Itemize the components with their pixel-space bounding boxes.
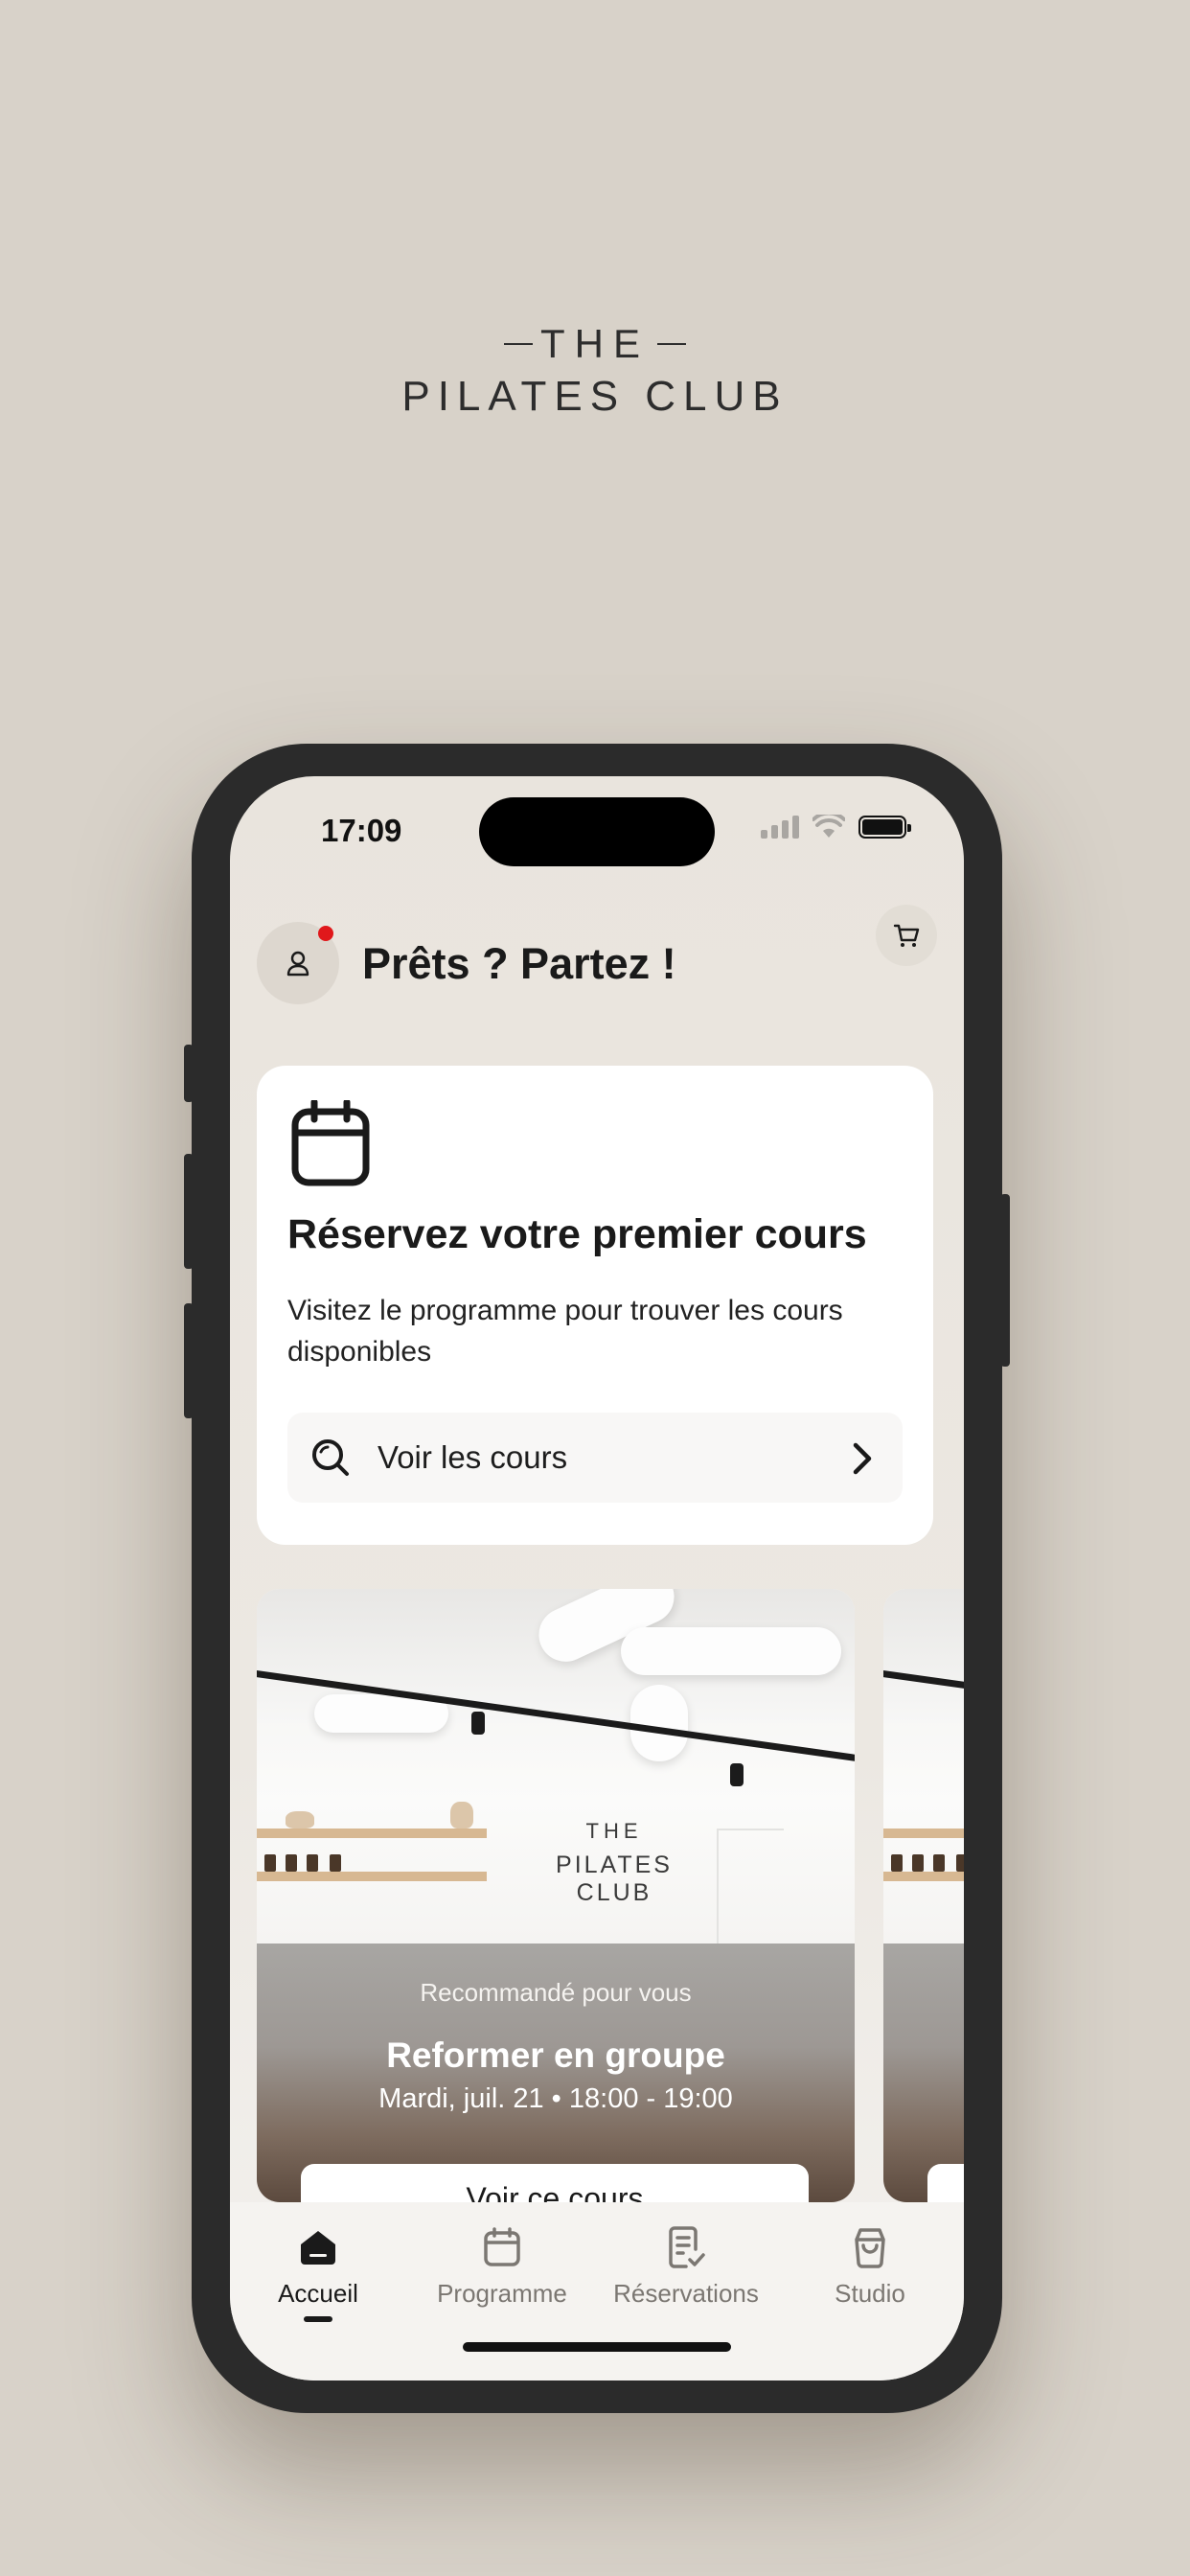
tab-accueil-label: Accueil: [278, 2279, 358, 2308]
brand-line-1: THE: [540, 321, 650, 366]
studio-photo: THE PILATES CLUB: [257, 1589, 855, 1944]
cellular-signal-icon: [761, 816, 799, 839]
booking-title: Réservez votre premier cours: [287, 1211, 867, 1257]
tab-reservations-label: Réservations: [613, 2279, 759, 2308]
app-screen: 17:09 Prêts ? Partez ! Réservez votre pr…: [230, 776, 964, 2380]
tab-studio-label: Studio: [835, 2279, 905, 2308]
dynamic-island: [479, 797, 715, 866]
phone-frame: 17:09 Prêts ? Partez ! Réservez votre pr…: [184, 744, 1010, 2413]
status-time: 17:09: [321, 813, 402, 848]
calendar-icon: [484, 2227, 520, 2266]
wall-logo: THE PILATES CLUB: [556, 1819, 673, 1906]
battery-icon: [858, 816, 911, 839]
tab-programme[interactable]: Programme: [416, 2223, 588, 2309]
tab-studio[interactable]: Studio: [784, 2223, 956, 2309]
view-class-button[interactable]: Voir ce cours: [301, 2164, 809, 2202]
status-icons: [761, 815, 911, 840]
chevron-right-icon: [853, 1442, 872, 1475]
recommendation-datetime: Mardi, juil. 21 • 18:00 - 19:00: [378, 2083, 733, 2114]
volume-up-button: [184, 1154, 194, 1269]
next-recommendation-card[interactable]: [883, 1589, 964, 2202]
greeting-title: Prêts ? Partez !: [362, 939, 676, 988]
bottom-tab-bar: Accueil Programme Réservations Studio: [230, 2202, 964, 2380]
cart-button[interactable]: [876, 905, 937, 966]
recommendation-title: Reformer en groupe: [386, 2036, 725, 2075]
view-classes-label: Voir les cours: [378, 1439, 568, 1475]
recommendation-overlay: Recommandé pour vous Reformer en groupe …: [257, 1944, 855, 2202]
mute-switch: [184, 1045, 194, 1102]
tab-reservations[interactable]: Réservations: [600, 2223, 772, 2309]
profile-avatar-button[interactable]: [257, 922, 339, 1004]
shopping-bag-icon: [855, 2228, 885, 2268]
recommendation-subtitle: Recommandé pour vous: [420, 1978, 692, 2007]
calendar-icon: [291, 1100, 370, 1186]
power-button: [1000, 1194, 1010, 1367]
logo-dash-left: [504, 343, 533, 345]
tab-programme-label: Programme: [437, 2279, 567, 2308]
brand-line-2: PILATES CLUB: [401, 373, 789, 420]
notification-dot: [318, 926, 333, 941]
logo-dash-right: [657, 343, 686, 345]
home-icon: [301, 2231, 335, 2265]
home-indicator: [463, 2342, 731, 2352]
booking-description: Visitez le programme pour trouver les co…: [287, 1295, 843, 1368]
volume-down-button: [184, 1303, 194, 1418]
receipt-check-icon: [669, 2226, 705, 2268]
cart-icon: [893, 924, 920, 947]
wifi-icon: [812, 815, 845, 838]
recommended-class-card[interactable]: THE PILATES CLUB Recommandé pour vous Re…: [257, 1589, 855, 2202]
view-classes-button[interactable]: Voir les cours: [287, 1413, 903, 1503]
active-tab-indicator: [304, 2316, 332, 2322]
brand-logo: THE PILATES CLUB: [0, 321, 1190, 421]
search-icon: [312, 1439, 349, 1476]
tab-accueil[interactable]: Accueil: [232, 2223, 404, 2322]
booking-card: Réservez votre premier cours Visitez le …: [257, 1066, 933, 1545]
user-icon: [286, 951, 309, 977]
